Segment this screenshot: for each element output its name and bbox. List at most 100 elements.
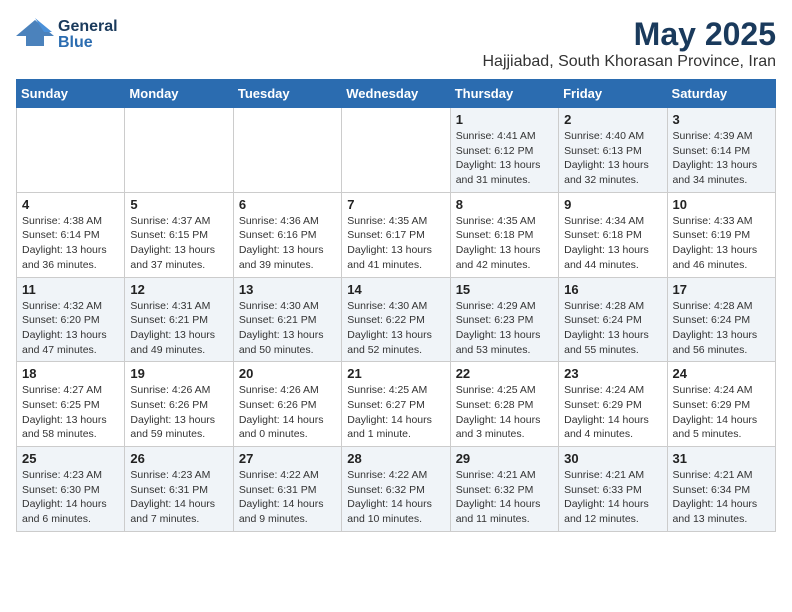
- calendar-cell: 23 Sunrise: 4:24 AM Sunset: 6:29 PM Dayli…: [559, 362, 667, 447]
- day-info: Sunrise: 4:24 AM Sunset: 6:29 PM Dayligh…: [564, 383, 661, 442]
- calendar-cell: 26 Sunrise: 4:23 AM Sunset: 6:31 PM Dayli…: [125, 447, 233, 532]
- day-info: Sunrise: 4:26 AM Sunset: 6:26 PM Dayligh…: [130, 383, 227, 442]
- day-info: Sunrise: 4:34 AM Sunset: 6:18 PM Dayligh…: [564, 214, 661, 273]
- day-number: 3: [673, 112, 770, 127]
- day-number: 11: [22, 282, 119, 297]
- calendar-cell: 4 Sunrise: 4:38 AM Sunset: 6:14 PM Daylig…: [17, 192, 125, 277]
- day-number: 12: [130, 282, 227, 297]
- day-number: 4: [22, 197, 119, 212]
- day-info: Sunrise: 4:30 AM Sunset: 6:22 PM Dayligh…: [347, 299, 444, 358]
- day-number: 7: [347, 197, 444, 212]
- calendar-cell: 14 Sunrise: 4:30 AM Sunset: 6:22 PM Dayli…: [342, 277, 450, 362]
- day-info: Sunrise: 4:21 AM Sunset: 6:34 PM Dayligh…: [673, 468, 770, 527]
- calendar-cell: 7 Sunrise: 4:35 AM Sunset: 6:17 PM Daylig…: [342, 192, 450, 277]
- day-number: 22: [456, 366, 553, 381]
- calendar-week-row: 25 Sunrise: 4:23 AM Sunset: 6:30 PM Dayli…: [17, 447, 776, 532]
- calendar-cell: 13 Sunrise: 4:30 AM Sunset: 6:21 PM Dayli…: [233, 277, 341, 362]
- day-number: 17: [673, 282, 770, 297]
- day-info: Sunrise: 4:21 AM Sunset: 6:32 PM Dayligh…: [456, 468, 553, 527]
- day-number: 10: [673, 197, 770, 212]
- calendar-week-row: 4 Sunrise: 4:38 AM Sunset: 6:14 PM Daylig…: [17, 192, 776, 277]
- calendar-cell: 19 Sunrise: 4:26 AM Sunset: 6:26 PM Dayli…: [125, 362, 233, 447]
- day-number: 25: [22, 451, 119, 466]
- day-info: Sunrise: 4:23 AM Sunset: 6:30 PM Dayligh…: [22, 468, 119, 527]
- calendar-week-row: 11 Sunrise: 4:32 AM Sunset: 6:20 PM Dayli…: [17, 277, 776, 362]
- day-info: Sunrise: 4:22 AM Sunset: 6:32 PM Dayligh…: [347, 468, 444, 527]
- day-info: Sunrise: 4:26 AM Sunset: 6:26 PM Dayligh…: [239, 383, 336, 442]
- calendar-cell: [233, 108, 341, 193]
- calendar-cell: 27Sunrise: 4:22 AM Sunset: 6:31 PM Dayli…: [233, 447, 341, 532]
- calendar-cell: [125, 108, 233, 193]
- day-info: Sunrise: 4:28 AM Sunset: 6:24 PM Dayligh…: [673, 299, 770, 358]
- calendar-cell: 20 Sunrise: 4:26 AM Sunset: 6:26 PM Dayli…: [233, 362, 341, 447]
- day-number: 5: [130, 197, 227, 212]
- day-number: 24: [673, 366, 770, 381]
- calendar-cell: 21 Sunrise: 4:25 AM Sunset: 6:27 PM Dayli…: [342, 362, 450, 447]
- calendar-table: SundayMondayTuesdayWednesdayThursdayFrid…: [16, 79, 776, 532]
- day-number: 8: [456, 197, 553, 212]
- day-info: Sunrise: 4:24 AM Sunset: 6:29 PM Dayligh…: [673, 383, 770, 442]
- day-number: 14: [347, 282, 444, 297]
- day-info: Sunrise: 4:37 AM Sunset: 6:15 PM Dayligh…: [130, 214, 227, 273]
- day-info: Sunrise: 4:29 AM Sunset: 6:23 PM Dayligh…: [456, 299, 553, 358]
- day-number: 18: [22, 366, 119, 381]
- day-number: 16: [564, 282, 661, 297]
- day-number: 19: [130, 366, 227, 381]
- day-info: Sunrise: 4:31 AM Sunset: 6:21 PM Dayligh…: [130, 299, 227, 358]
- calendar-cell: 18 Sunrise: 4:27 AM Sunset: 6:25 PM Dayli…: [17, 362, 125, 447]
- calendar-week-row: 1 Sunrise: 4:41 AM Sunset: 6:12 PM Daylig…: [17, 108, 776, 193]
- weekday-header-sunday: Sunday: [17, 80, 125, 108]
- day-number: 15: [456, 282, 553, 297]
- day-number: 20: [239, 366, 336, 381]
- calendar-cell: 3Sunrise: 4:39 AM Sunset: 6:14 PM Daylig…: [667, 108, 775, 193]
- day-number: 27: [239, 451, 336, 466]
- day-info: Sunrise: 4:40 AM Sunset: 6:13 PM Dayligh…: [564, 129, 661, 188]
- logo: General Blue: [16, 16, 118, 53]
- calendar-subtitle: Hajjiabad, South Khorasan Province, Iran: [482, 53, 776, 71]
- day-info: Sunrise: 4:32 AM Sunset: 6:20 PM Dayligh…: [22, 299, 119, 358]
- day-number: 13: [239, 282, 336, 297]
- day-info: Sunrise: 4:36 AM Sunset: 6:16 PM Dayligh…: [239, 214, 336, 273]
- calendar-cell: 16Sunrise: 4:28 AM Sunset: 6:24 PM Dayli…: [559, 277, 667, 362]
- weekday-header-monday: Monday: [125, 80, 233, 108]
- day-number: 1: [456, 112, 553, 127]
- calendar-cell: 24 Sunrise: 4:24 AM Sunset: 6:29 PM Dayli…: [667, 362, 775, 447]
- day-info: Sunrise: 4:35 AM Sunset: 6:17 PM Dayligh…: [347, 214, 444, 273]
- day-number: 28: [347, 451, 444, 466]
- calendar-cell: 15 Sunrise: 4:29 AM Sunset: 6:23 PM Dayli…: [450, 277, 558, 362]
- calendar-cell: 28 Sunrise: 4:22 AM Sunset: 6:32 PM Dayli…: [342, 447, 450, 532]
- calendar-cell: 6Sunrise: 4:36 AM Sunset: 6:16 PM Daylig…: [233, 192, 341, 277]
- day-info: Sunrise: 4:35 AM Sunset: 6:18 PM Dayligh…: [456, 214, 553, 273]
- calendar-cell: 30Sunrise: 4:21 AM Sunset: 6:33 PM Dayli…: [559, 447, 667, 532]
- weekday-header-saturday: Saturday: [667, 80, 775, 108]
- logo-bird-icon: [16, 16, 54, 53]
- day-info: Sunrise: 4:27 AM Sunset: 6:25 PM Dayligh…: [22, 383, 119, 442]
- day-info: Sunrise: 4:25 AM Sunset: 6:27 PM Dayligh…: [347, 383, 444, 442]
- day-number: 21: [347, 366, 444, 381]
- page-header: General Blue May 2025 Hajjiabad, South K…: [16, 16, 776, 71]
- day-info: Sunrise: 4:30 AM Sunset: 6:21 PM Dayligh…: [239, 299, 336, 358]
- weekday-header-tuesday: Tuesday: [233, 80, 341, 108]
- calendar-cell: [17, 108, 125, 193]
- calendar-cell: 12 Sunrise: 4:31 AM Sunset: 6:21 PM Dayli…: [125, 277, 233, 362]
- calendar-cell: 1 Sunrise: 4:41 AM Sunset: 6:12 PM Daylig…: [450, 108, 558, 193]
- day-number: 23: [564, 366, 661, 381]
- day-info: Sunrise: 4:38 AM Sunset: 6:14 PM Dayligh…: [22, 214, 119, 273]
- weekday-header-wednesday: Wednesday: [342, 80, 450, 108]
- weekday-header-thursday: Thursday: [450, 80, 558, 108]
- day-number: 2: [564, 112, 661, 127]
- day-number: 29: [456, 451, 553, 466]
- day-number: 26: [130, 451, 227, 466]
- calendar-cell: 10 Sunrise: 4:33 AM Sunset: 6:19 PM Dayli…: [667, 192, 775, 277]
- calendar-cell: 11 Sunrise: 4:32 AM Sunset: 6:20 PM Dayli…: [17, 277, 125, 362]
- title-section: May 2025 Hajjiabad, South Khorasan Provi…: [482, 16, 776, 71]
- day-number: 30: [564, 451, 661, 466]
- calendar-cell: 29 Sunrise: 4:21 AM Sunset: 6:32 PM Dayli…: [450, 447, 558, 532]
- logo-text: General Blue: [58, 19, 118, 51]
- calendar-week-row: 18 Sunrise: 4:27 AM Sunset: 6:25 PM Dayli…: [17, 362, 776, 447]
- day-info: Sunrise: 4:33 AM Sunset: 6:19 PM Dayligh…: [673, 214, 770, 273]
- day-info: Sunrise: 4:41 AM Sunset: 6:12 PM Dayligh…: [456, 129, 553, 188]
- day-info: Sunrise: 4:23 AM Sunset: 6:31 PM Dayligh…: [130, 468, 227, 527]
- day-number: 9: [564, 197, 661, 212]
- weekday-header-friday: Friday: [559, 80, 667, 108]
